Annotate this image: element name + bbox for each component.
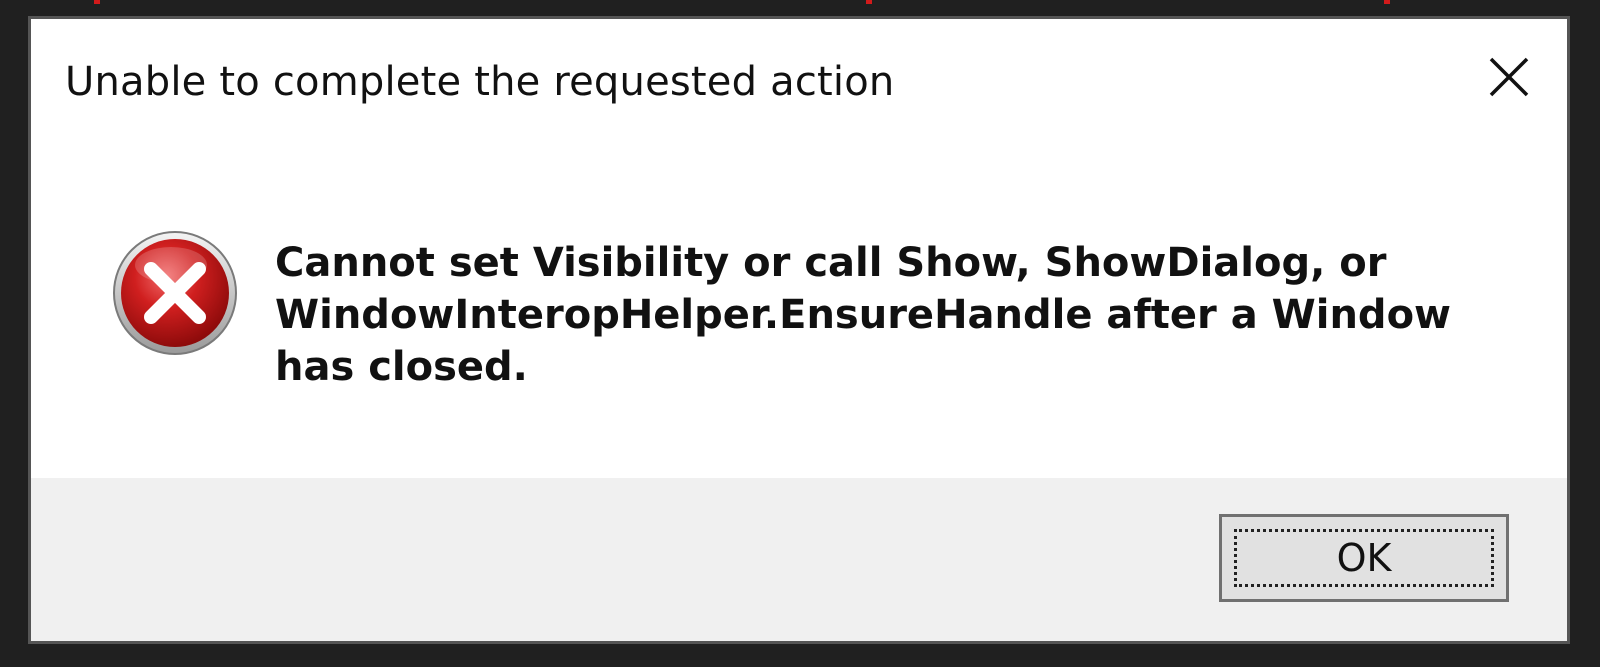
background-red-mark (1384, 0, 1390, 4)
dialog-content: Cannot set Visibility or call Show, Show… (31, 139, 1567, 491)
close-button[interactable] (1479, 47, 1539, 107)
background-red-mark (866, 0, 872, 4)
dialog-title: Unable to complete the requested action (65, 59, 895, 105)
screen-background: Unable to complete the requested action (0, 0, 1600, 667)
ok-button[interactable]: OK (1219, 514, 1509, 602)
close-icon (1487, 55, 1531, 99)
error-icon (111, 229, 239, 357)
background-red-mark (94, 0, 100, 4)
background-window-edge (0, 0, 1600, 10)
dialog-title-bar: Unable to complete the requested action (31, 19, 1567, 139)
error-dialog: Unable to complete the requested action (28, 16, 1570, 644)
error-message: Cannot set Visibility or call Show, Show… (275, 240, 1451, 390)
dialog-footer: OK (31, 478, 1567, 641)
ok-button-label: OK (1336, 536, 1392, 580)
